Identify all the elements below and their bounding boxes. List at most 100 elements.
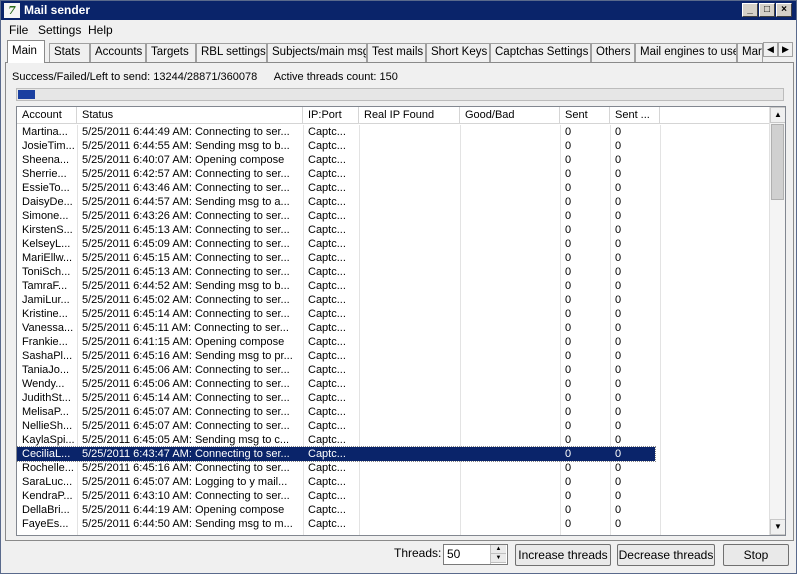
table-cell: Captc...: [308, 252, 346, 264]
tab-accounts[interactable]: Accounts: [90, 43, 146, 62]
decrease-threads-button[interactable]: Decrease threads: [617, 544, 715, 566]
accounts-list[interactable]: Account Status IP:Port Real IP Found Goo…: [16, 106, 786, 536]
table-row[interactable]: Wendy... 5/25/2011 6:45:06 AM: Connecting…: [17, 377, 655, 391]
table-cell: Frankie...: [22, 336, 68, 348]
column-ip-port[interactable]: IP:Port: [303, 107, 359, 124]
increase-threads-button[interactable]: Increase threads: [515, 544, 611, 566]
maximize-button[interactable]: □: [759, 3, 775, 17]
table-row[interactable]: JamiLur... 5/25/2011 6:45:02 AM: Connecti…: [17, 293, 655, 307]
threads-label: Threads:: [394, 546, 442, 560]
table-cell: [359, 265, 460, 279]
table-row[interactable]: Frankie... 5/25/2011 6:41:15 AM: Opening …: [17, 335, 655, 349]
threads-stepper[interactable]: ▲ ▼: [490, 545, 506, 564]
table-row[interactable]: TaniaJo... 5/25/2011 6:45:06 AM: Connecti…: [17, 363, 655, 377]
column-sent[interactable]: Sent: [560, 107, 610, 124]
stop-button[interactable]: Stop: [723, 544, 789, 566]
table-cell: 5/25/2011 6:45:11 AM: Connecting to ser.…: [82, 322, 289, 334]
column-sent-more[interactable]: Sent ...: [610, 107, 660, 124]
tab-scroll-left-icon[interactable]: ◀: [763, 42, 778, 57]
table-cell: 0: [565, 378, 572, 390]
scroll-up-icon[interactable]: ▲: [770, 107, 785, 123]
table-row[interactable]: SaraLuc... 5/25/2011 6:45:07 AM: Logging …: [17, 475, 655, 489]
table-cell: ToniSch...: [22, 266, 71, 278]
tab-test-mails[interactable]: Test mails: [367, 43, 426, 62]
tab-others[interactable]: Others: [591, 43, 635, 62]
table-cell: Captc...: [308, 476, 346, 488]
table-row[interactable]: KendraP... 5/25/2011 6:43:10 AM: Connecti…: [17, 489, 655, 503]
table-row[interactable]: DellaBri... 5/25/2011 6:44:19 AM: Opening…: [17, 503, 655, 517]
table-cell: 5/25/2011 6:44:55 AM: Sending msg to b..…: [82, 140, 290, 152]
table-cell: 0: [615, 238, 622, 250]
table-cell: 5/25/2011 6:45:16 AM: Sending msg to pr.…: [82, 350, 293, 362]
table-row[interactable]: Sherrie... 5/25/2011 6:42:57 AM: Connecti…: [17, 167, 655, 181]
tab-main[interactable]: Main: [7, 40, 45, 63]
table-row[interactable]: Vanessa... 5/25/2011 6:45:11 AM: Connecti…: [17, 321, 655, 335]
column-good-bad[interactable]: Good/Bad: [460, 107, 560, 124]
table-row[interactable]: ToniSch... 5/25/2011 6:45:13 AM: Connecti…: [17, 265, 655, 279]
menu-help[interactable]: Help: [88, 23, 113, 37]
table-row[interactable]: CeciliaL... 5/25/2011 6:43:47 AM: Connect…: [17, 446, 656, 462]
table-cell: 0: [615, 280, 622, 292]
tab-scroll-right-icon[interactable]: ▶: [778, 42, 793, 57]
table-cell: 5/25/2011 6:45:07 AM: Connecting to ser.…: [82, 420, 290, 432]
table-cell: Wendy...: [22, 378, 65, 390]
vertical-scrollbar[interactable]: ▲ ▼: [769, 107, 785, 535]
table-cell: 5/25/2011 6:45:05 AM: Sending msg to c..…: [82, 434, 290, 446]
column-real-ip[interactable]: Real IP Found: [359, 107, 460, 124]
table-row[interactable]: JudithSt... 5/25/2011 6:45:14 AM: Connect…: [17, 391, 655, 405]
table-row[interactable]: FayeEs... 5/25/2011 6:44:50 AM: Sending m…: [17, 517, 655, 531]
table-cell: 0: [615, 308, 622, 320]
table-row[interactable]: TamraF... 5/25/2011 6:44:52 AM: Sending m…: [17, 279, 655, 293]
table-row[interactable]: KelseyL... 5/25/2011 6:45:09 AM: Connecti…: [17, 237, 655, 251]
stepper-up-icon[interactable]: ▲: [491, 545, 506, 554]
menu-file[interactable]: File: [9, 23, 28, 37]
column-account[interactable]: Account: [17, 107, 77, 124]
table-row[interactable]: EssieTo... 5/25/2011 6:43:46 AM: Connecti…: [17, 181, 655, 195]
tab-short-keys[interactable]: Short Keys: [426, 43, 490, 62]
table-row[interactable]: MariEllw... 5/25/2011 6:45:15 AM: Connect…: [17, 251, 655, 265]
column-status[interactable]: Status: [77, 107, 303, 124]
title-bar[interactable]: 7 Mail sender _ □ ×: [1, 1, 796, 20]
table-row[interactable]: Simone... 5/25/2011 6:43:26 AM: Connectin…: [17, 209, 655, 223]
tab-targets[interactable]: Targets: [146, 43, 196, 62]
table-row[interactable]: DaisyDe... 5/25/2011 6:44:57 AM: Sending …: [17, 195, 655, 209]
table-row[interactable]: NellieSh... 5/25/2011 6:45:07 AM: Connect…: [17, 419, 655, 433]
table-cell: CeciliaL...: [22, 448, 71, 460]
table-row[interactable]: Sheena... 5/25/2011 6:40:07 AM: Opening c…: [17, 153, 655, 167]
tab-stats[interactable]: Stats: [49, 43, 90, 62]
table-row[interactable]: SashaPl... 5/25/2011 6:45:16 AM: Sending …: [17, 349, 655, 363]
tab-mar[interactable]: Mar: [737, 43, 763, 62]
minimize-button[interactable]: _: [742, 3, 758, 17]
stepper-down-icon[interactable]: ▼: [491, 554, 506, 563]
close-button[interactable]: ×: [776, 3, 792, 17]
table-row[interactable]: KaylaSpi... 5/25/2011 6:45:05 AM: Sending…: [17, 433, 655, 447]
tab-rbl-settings[interactable]: RBL settings: [196, 43, 267, 62]
table-cell: SaraLuc...: [22, 476, 73, 488]
table-cell: [359, 475, 460, 489]
table-cell: 0: [565, 406, 572, 418]
table-cell: 0: [565, 308, 572, 320]
tab-subjects[interactable]: Subjects/main msg: [267, 43, 367, 62]
scroll-thumb[interactable]: [771, 124, 784, 200]
table-cell: [359, 349, 460, 363]
table-row[interactable]: MelisaP... 5/25/2011 6:45:07 AM: Connecti…: [17, 405, 655, 419]
table-row[interactable]: JosieTim... 5/25/2011 6:44:55 AM: Sending…: [17, 139, 655, 153]
table-row[interactable]: KirstenS... 5/25/2011 6:45:13 AM: Connect…: [17, 223, 655, 237]
scroll-down-icon[interactable]: ▼: [770, 519, 785, 535]
menu-settings[interactable]: Settings: [38, 23, 81, 37]
table-cell: 0: [565, 280, 572, 292]
table-cell: 0: [615, 350, 622, 362]
tab-mail-engines[interactable]: Mail engines to use: [635, 43, 737, 62]
table-row[interactable]: Rochelle... 5/25/2011 6:45:16 AM: Connect…: [17, 461, 655, 475]
table-row[interactable]: Kristine... 5/25/2011 6:45:14 AM: Connect…: [17, 307, 655, 321]
table-cell: Captc...: [308, 406, 346, 418]
table-cell: 5/25/2011 6:45:15 AM: Connecting to ser.…: [82, 252, 290, 264]
table-cell: 0: [615, 434, 622, 446]
table-cell: Rochelle...: [22, 462, 74, 474]
table-cell: Captc...: [308, 462, 346, 474]
table-row[interactable]: Martina... 5/25/2011 6:44:49 AM: Connecti…: [17, 125, 655, 139]
table-cell: 5/25/2011 6:45:16 AM: Connecting to ser.…: [82, 462, 290, 474]
table-cell: 0: [615, 168, 622, 180]
table-cell: [460, 195, 560, 209]
tab-captchas-settings[interactable]: Captchas Settings: [490, 43, 591, 62]
